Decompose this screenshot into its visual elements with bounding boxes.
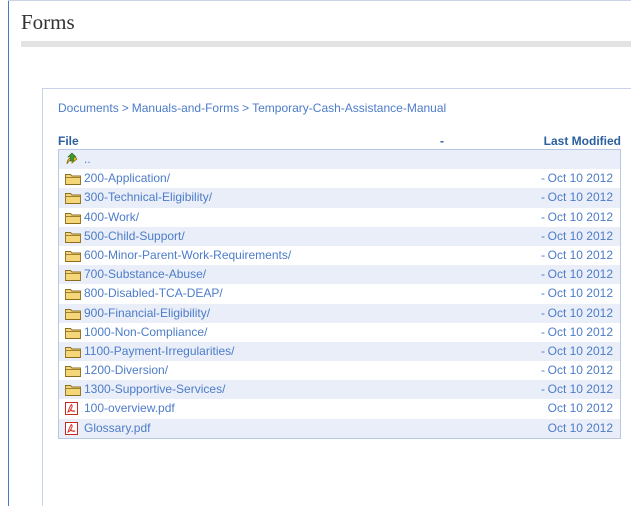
last-modified-date: Oct 10 2012 [547,382,613,397]
row-dash: - [541,324,545,339]
last-modified-date: Oct 10 2012 [547,324,613,339]
row-dash: - [541,190,545,205]
last-modified-date: Oct 10 2012 [547,171,613,186]
folder-icon [65,327,81,339]
file-name-link[interactable]: 600-Minor-Parent-Work-Requirements/ [84,246,291,265]
file-browser-panel: Documents > Manuals-and-Forms > Temporary-Ca… [42,88,631,506]
last-modified-date: Oct 10 2012 [547,343,613,358]
row-dash: - [541,171,545,186]
row-dash: - [541,286,545,301]
table-row[interactable]: 700-Substance-Abuse/ - Oct 10 2012 [59,265,620,285]
file-name-link[interactable]: Glossary.pdf [84,419,150,438]
table-row[interactable]: 300-Technical-Eligibility/ - Oct 10 2012 [59,188,620,208]
row-dash: - [541,209,545,224]
breadcrumb-documents[interactable]: Documents [58,101,119,115]
file-name-link[interactable]: 1300-Supportive-Services/ [84,380,225,399]
folder-icon [65,346,81,358]
file-list: .. 200-Application/- Oct 10 2012 300-Techn… [58,149,621,439]
last-modified-date: Oct 10 2012 [547,363,613,378]
last-modified-date: Oct 10 2012 [547,247,613,262]
folder-icon [65,192,81,205]
parent-directory-row[interactable]: .. [59,150,620,170]
last-modified-date: Oct 10 2012 [547,401,613,416]
table-row[interactable]: 1000-Non-Compliance/ - Oct 10 2012 [59,323,620,342]
file-name-link[interactable]: 400-Work/ [84,208,139,227]
row-dash: - [541,305,545,320]
row-dash: - [541,247,545,262]
file-name-link[interactable]: 300-Technical-Eligibility/ [84,188,212,207]
folder-icon [65,269,81,282]
row-dash: - [541,343,545,358]
folder-icon [65,384,81,397]
folder-icon [65,173,81,186]
row-dash: - [541,382,545,397]
table-row[interactable]: 800-Disabled-TCA-DEAP/ - Oct 10 2012 [59,284,620,303]
file-name-link[interactable]: 1100-Payment-Irregularities/ [84,342,235,361]
row-dash: - [541,363,545,378]
column-header-file[interactable]: File [58,134,79,148]
frame-top-border [8,0,631,1]
table-row[interactable]: 500-Child-Support/ - Oct 10 2012 [59,226,620,246]
breadcrumb-current-folder[interactable]: Temporary-Cash-Assistance-Manual [252,101,446,115]
parent-directory-link[interactable]: .. [84,150,91,169]
frame-left-border [8,0,9,506]
folder-icon [65,365,81,378]
title-divider [21,41,631,47]
file-name-link[interactable]: 900-Financial-Eligibility/ [84,304,210,323]
last-modified-date: Oct 10 2012 [547,190,613,205]
breadcrumb: Documents > Manuals-and-Forms > Temporary-Ca… [58,101,446,115]
folder-icon [65,212,81,224]
table-row[interactable]: Glossary.pdf Oct 10 2012 [59,418,620,438]
breadcrumb-separator: > [242,101,250,115]
last-modified-date: Oct 10 2012 [547,209,613,224]
table-row[interactable]: 900-Financial-Eligibility/ - Oct 10 2012 [59,303,620,323]
folder-icon [65,288,81,301]
last-modified-date: Oct 10 2012 [547,420,613,435]
pdf-icon [65,421,78,435]
table-row[interactable]: 1300-Supportive-Services/ - Oct 10 2012 [59,380,620,400]
table-row[interactable]: 1200-Diversion/ - Oct 10 2012 [59,361,620,380]
table-row[interactable]: 1100-Payment-Irregularities/ - Oct 10 2012 [59,341,620,362]
table-row[interactable]: 200-Application/ - Oct 10 2012 [59,169,620,188]
row-dash: - [541,267,545,282]
file-name-link[interactable]: 800-Disabled-TCA-DEAP/ [84,284,223,303]
folder-icon [65,308,81,320]
file-name-link[interactable]: 200-Application/ [84,169,170,188]
breadcrumb-separator: > [121,101,129,115]
file-name-link[interactable]: 500-Child-Support/ [84,227,185,246]
last-modified-date: Oct 10 2012 [547,305,613,320]
file-name-link[interactable]: 1000-Non-Compliance/ [84,323,207,342]
row-dash: - [541,228,545,243]
last-modified-date: Oct 10 2012 [547,228,613,243]
breadcrumb-manuals-and-forms[interactable]: Manuals-and-Forms [132,101,239,115]
file-name-link[interactable]: 100-overview.pdf [84,399,175,418]
table-row[interactable]: 100-overview.pdf Oct 10 2012 [59,399,620,418]
table-row[interactable]: 600-Minor-Parent-Work-Requirements/ - Oct … [59,246,620,265]
folder-icon [65,231,81,243]
column-header-dash[interactable]: - [440,134,444,148]
pdf-icon [65,402,78,416]
file-name-link[interactable]: 700-Substance-Abuse/ [84,265,206,284]
file-name-link[interactable]: 1200-Diversion/ [84,361,168,380]
folder-icon [65,250,81,262]
up-arrow-icon [65,152,79,166]
last-modified-date: Oct 10 2012 [547,286,613,301]
last-modified-date: Oct 10 2012 [547,267,613,282]
page-title: Forms [21,10,75,34]
table-row[interactable]: 400-Work/ - Oct 10 2012 [59,208,620,227]
column-header-last-modified[interactable]: Last Modified [544,134,621,148]
